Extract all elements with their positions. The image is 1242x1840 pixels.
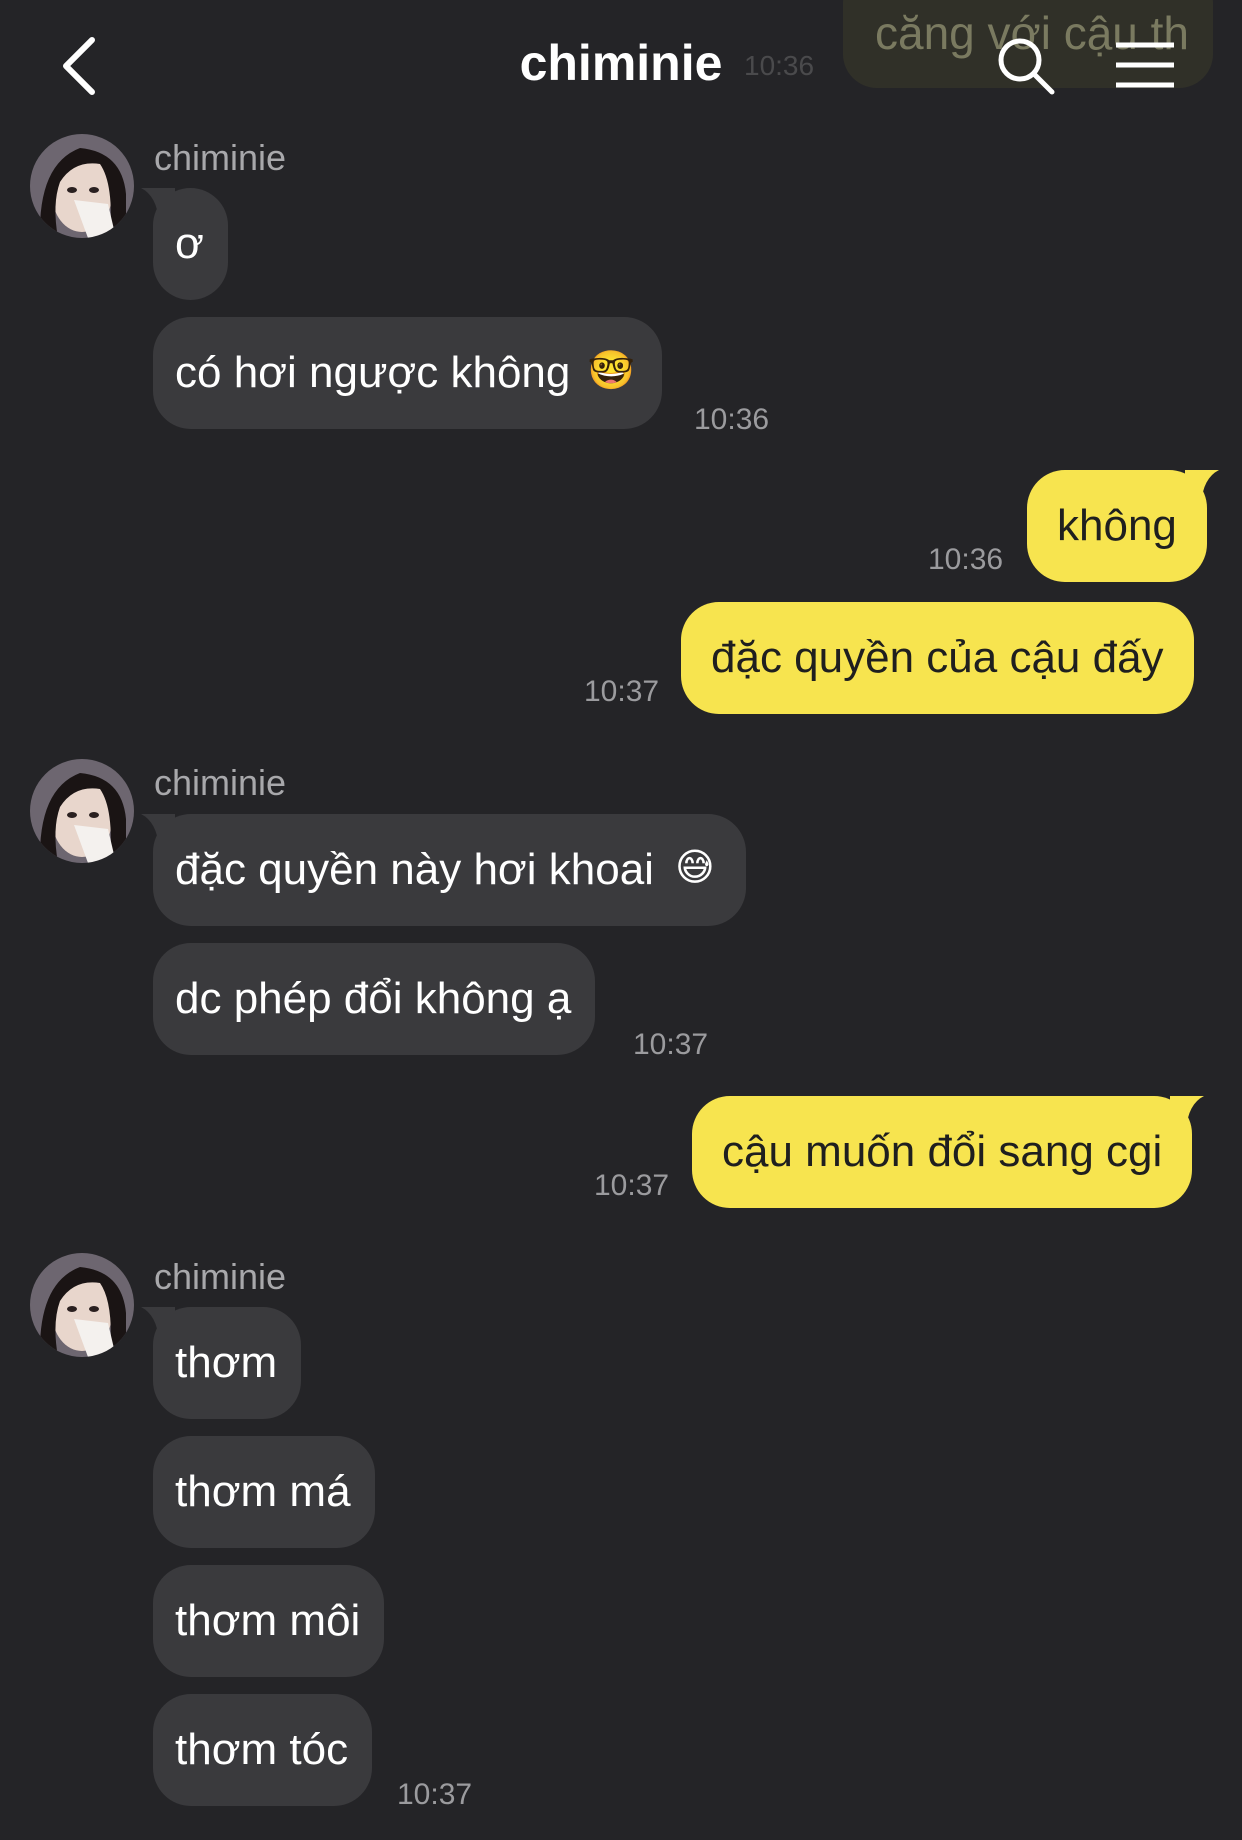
search-icon[interactable] bbox=[996, 36, 1056, 96]
message-text: thơm môi bbox=[175, 1596, 361, 1645]
incoming-message[interactable]: dc phép đổi không ạ bbox=[153, 943, 596, 1055]
hamburger-menu-icon[interactable] bbox=[1114, 40, 1176, 90]
message-text: dc phép đổi không ạ bbox=[175, 974, 572, 1023]
message-timestamp: 10:36 bbox=[928, 543, 1004, 576]
sweat-smile-emoji-icon: 😅 bbox=[675, 847, 715, 890]
nerd-face-emoji-icon: 🤓 bbox=[587, 350, 636, 393]
chat-header: căng với cậu th 10:36 chiminie bbox=[0, 0, 1242, 130]
outgoing-message[interactable]: đặc quyền của cậu đấy bbox=[681, 602, 1194, 714]
message-timestamp: 10:37 bbox=[397, 1778, 473, 1811]
avatar[interactable] bbox=[30, 759, 134, 863]
message-text: thơm tóc bbox=[175, 1725, 349, 1774]
avatar[interactable] bbox=[30, 1253, 134, 1357]
incoming-message[interactable]: thơm bbox=[141, 1307, 302, 1419]
message-text: không bbox=[1057, 501, 1177, 550]
message-timestamp: 10:36 bbox=[694, 403, 770, 436]
message-text: thơm bbox=[175, 1338, 278, 1387]
message-text: đặc quyền của cậu đấy bbox=[711, 633, 1164, 682]
message-timestamp: 10:37 bbox=[633, 1028, 709, 1061]
message-text: đặc quyền này hơi khoai bbox=[175, 845, 654, 894]
message-timestamp: 10:37 bbox=[584, 675, 660, 708]
incoming-message[interactable]: thơm tóc bbox=[153, 1694, 373, 1806]
incoming-message[interactable]: thơm môi bbox=[153, 1565, 385, 1677]
incoming-message[interactable]: đặc quyền này hơi khoai 😅 bbox=[141, 814, 746, 926]
incoming-message[interactable]: ơ bbox=[141, 188, 228, 300]
message-timestamp: 10:37 bbox=[594, 1169, 670, 1202]
outgoing-message[interactable]: cậu muốn đổi sang cgi bbox=[692, 1096, 1205, 1208]
incoming-message[interactable]: thơm má bbox=[153, 1436, 375, 1548]
outgoing-message[interactable]: không bbox=[1027, 470, 1219, 582]
sender-name: chiminie bbox=[154, 137, 287, 178]
message-text: có hơi ngược không bbox=[175, 348, 571, 397]
incoming-message[interactable]: có hơi ngược không 🤓 bbox=[153, 317, 663, 429]
message-text: ơ bbox=[175, 219, 204, 268]
message-text: cậu muốn đổi sang cgi bbox=[722, 1127, 1163, 1176]
avatar[interactable] bbox=[30, 134, 134, 238]
sender-name: chiminie bbox=[154, 762, 287, 803]
message-text: thơm má bbox=[175, 1467, 351, 1516]
sender-name: chiminie bbox=[154, 1256, 287, 1297]
